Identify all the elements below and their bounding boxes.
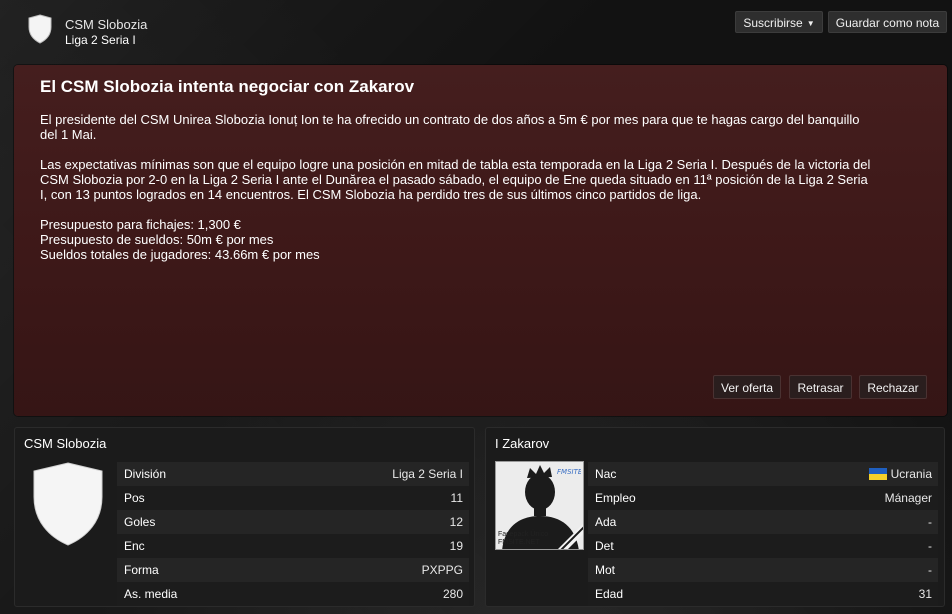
stat-label: Goles (124, 515, 156, 529)
club-name[interactable]: CSM Slobozia (65, 17, 147, 32)
manager-stats-table: Nac Ucrania Empleo Mánager Ada - Det - M… (588, 462, 938, 606)
club-stats-table: División Liga 2 Seria I Pos 11 Goles 12 … (117, 462, 469, 606)
reject-button[interactable]: Rechazar (859, 375, 927, 399)
stat-label: As. media (124, 587, 178, 601)
message-body: El presidente del CSM Unirea Slobozia Io… (40, 112, 920, 277)
stat-row-matches: Enc 19 (117, 534, 469, 558)
shield-icon (28, 14, 52, 44)
club-card: CSM Slobozia División Liga 2 Seria I Pos… (14, 427, 475, 607)
text-line: del 1 Mai. (40, 127, 97, 142)
expectations-paragraph: Las expectativas mínimas son que el equi… (40, 157, 920, 202)
stat-label: Forma (124, 563, 159, 577)
subscribe-label: Suscribirse (743, 16, 803, 30)
stat-value: 19 (449, 539, 463, 553)
stat-value: PXPPG (421, 563, 463, 577)
league-name[interactable]: Liga 2 Seria I (65, 33, 136, 47)
photo-caption-line: FMSITE.NET (498, 539, 540, 546)
stat-label: Nac (595, 467, 617, 481)
stat-row-form: Forma PXPPG (117, 558, 469, 582)
manager-photo[interactable]: FMSITE Facepack Único FMSITE.NET (495, 461, 584, 550)
text-line: El presidente del CSM Unirea Slobozia Io… (40, 112, 860, 127)
club-shield-icon (33, 462, 103, 546)
stat-value-nationality[interactable]: Ucrania (868, 462, 932, 486)
stat-row-avg-attendance: As. media 280 (117, 582, 469, 606)
photo-caption-line: Facepack Único (498, 531, 549, 538)
stat-row-job: Empleo Mánager (588, 486, 938, 510)
save-as-note-button[interactable]: Guardar como nota (828, 11, 947, 33)
fmsite-logo-icon: FMSITE (557, 468, 581, 476)
stat-label: Mot (595, 563, 616, 577)
stat-value: - (928, 515, 932, 529)
total-wages: Sueldos totales de jugadores: 43.66m € p… (40, 247, 320, 262)
stat-row-position: Pos 11 (117, 486, 469, 510)
stat-row-age: Edad 31 (588, 582, 938, 606)
delay-button[interactable]: Retrasar (789, 375, 852, 399)
stat-value[interactable]: Liga 2 Seria I (392, 462, 463, 486)
stat-row-determination: Det - (588, 534, 938, 558)
chevron-down-icon: ▼ (806, 19, 815, 28)
stat-row-goals: Goles 12 (117, 510, 469, 534)
manager-card: I Zakarov FMSITE Facepack Único FMSITE.N… (485, 427, 945, 607)
message-title: El CSM Slobozia intenta negociar con Zak… (40, 77, 415, 96)
wage-budget: Presupuesto de sueldos: 50m € por mes (40, 232, 274, 247)
stat-label: Empleo (595, 491, 636, 505)
offer-paragraph: El presidente del CSM Unirea Slobozia Io… (40, 112, 920, 142)
manager-card-title[interactable]: I Zakarov (495, 436, 549, 451)
club-card-title[interactable]: CSM Slobozia (24, 436, 106, 451)
stat-row-motivation: Mot - (588, 558, 938, 582)
budget-paragraph: Presupuesto para fichajes: 1,300 € Presu… (40, 217, 920, 262)
stat-value: 31 (918, 587, 932, 601)
stat-label: Pos (124, 491, 145, 505)
view-offer-button[interactable]: Ver oferta (713, 375, 781, 399)
subscribe-button[interactable]: Suscribirse ▼ (735, 11, 823, 33)
nationality-value: Ucrania (890, 467, 932, 481)
offer-message-panel: El CSM Slobozia intenta negociar con Zak… (14, 65, 947, 416)
stat-value: - (928, 539, 932, 553)
stat-label: Det (595, 539, 614, 553)
text-line: I, con 13 puntos logrados en 14 encuentr… (40, 187, 702, 202)
ukraine-flag-icon (868, 468, 887, 480)
stat-value: 12 (449, 515, 463, 529)
stat-row-adaptability: Ada - (588, 510, 938, 534)
svg-text:FMSITE: FMSITE (557, 468, 581, 476)
stat-value: 11 (450, 491, 463, 505)
stat-label: División (124, 467, 167, 481)
transfer-budget: Presupuesto para fichajes: 1,300 € (40, 217, 241, 232)
stat-label: Ada (595, 515, 617, 529)
stat-value: Mánager (884, 491, 932, 505)
stat-label: Enc (124, 539, 145, 553)
stat-label: Edad (595, 587, 624, 601)
stat-row-nationality: Nac Ucrania (588, 462, 938, 486)
text-line: Las expectativas mínimas son que el equi… (40, 157, 871, 172)
header-bar: CSM Slobozia Liga 2 Seria I Suscribirse ▼… (0, 0, 952, 56)
text-line: CSM Slobozia por 2-0 en la Liga 2 Seria … (40, 172, 868, 187)
stat-value: 280 (442, 587, 463, 601)
photo-caption: Facepack Único FMSITE.NET (498, 531, 548, 547)
stat-row-division: División Liga 2 Seria I (117, 462, 469, 486)
stat-value: - (928, 563, 932, 577)
